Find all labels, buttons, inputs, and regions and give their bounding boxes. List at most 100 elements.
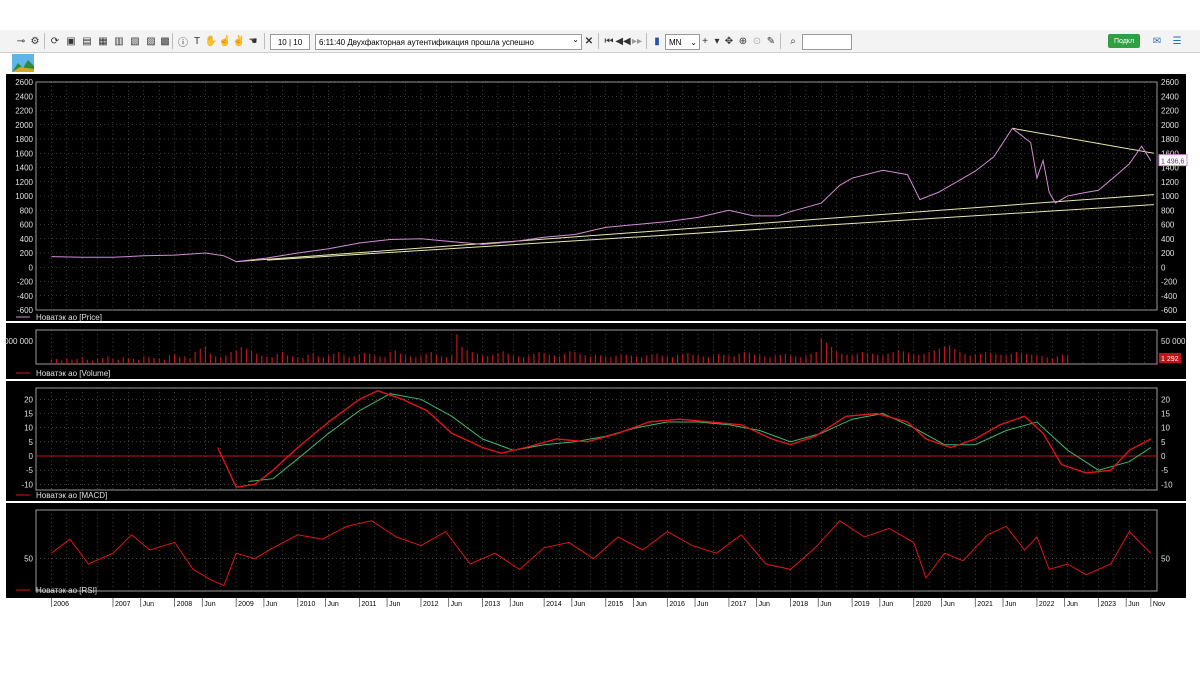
y-tick-label-right: 1200 [1161, 178, 1179, 187]
chevron-down-icon[interactable]: ⌄ [572, 35, 579, 44]
y-tick-label-left: 2600 [15, 78, 33, 87]
time-tick-label: 2023 [1100, 601, 1116, 608]
time-tick-label: Nov [1153, 601, 1166, 608]
time-tick-label: 2006 [53, 601, 69, 608]
y-tick-label-right: 600 [1161, 221, 1175, 230]
y-tick-label-left: 400 [20, 235, 34, 244]
previous-icon[interactable]: ◀◀ [615, 34, 630, 48]
time-tick-label: 2022 [1039, 601, 1055, 608]
time-tick-label: 2009 [238, 601, 254, 608]
info-icon[interactable]: ⓘ [176, 34, 190, 49]
time-tick-label: 2019 [854, 601, 870, 608]
last-price-label: 1 496,6 [1161, 159, 1184, 166]
legend-label: Новатэк ао [RSI] [36, 586, 97, 595]
timeframe-select[interactable]: MN ⌄ [665, 34, 700, 50]
time-tick-label: Jun [143, 601, 154, 608]
search-input[interactable] [802, 34, 852, 50]
time-tick-label: Jun [389, 601, 400, 608]
y-tick-label-left: 20 [24, 395, 33, 404]
hand-icon[interactable]: ✋ [204, 34, 218, 48]
chevron-down-icon[interactable]: ⌄ [690, 38, 697, 47]
status-message-text: 6:11:40 Двухфакторная аутентификация про… [319, 37, 534, 47]
table-icon[interactable]: ▤ [80, 34, 94, 48]
move-icon[interactable]: ✥ [722, 34, 736, 48]
text-icon[interactable]: T [190, 34, 204, 48]
y-tick-label-right: -600 [1161, 306, 1178, 315]
chat-icon[interactable]: ☰ [1170, 34, 1184, 48]
y-tick-label-left: -200 [17, 278, 34, 287]
refresh-icon[interactable]: ⟳ [48, 34, 62, 48]
crosshair-icon[interactable]: ⊕ [736, 34, 750, 48]
y-tick-label-left: 1400 [15, 164, 33, 173]
status-message-dropdown[interactable]: 6:11:40 Двухфакторная аутентификация про… [315, 34, 582, 50]
time-tick-label: 2011 [361, 601, 376, 608]
y-tick-label-right: 2600 [1161, 78, 1179, 87]
time-tick-label: Jun [574, 601, 585, 608]
hand-point-icon[interactable]: ☚ [246, 34, 260, 48]
y-tick-label-right: 800 [1161, 206, 1175, 215]
time-tick-label: Jun [512, 601, 523, 608]
y-tick-label-left: 1800 [15, 135, 33, 144]
toolbar: ⊸ ⚙ ⟳ ▣ ▤ ▦ ▥ ▧ ▨ ▩ ⓘ T ✋ ☝ ✌ ☚ 10 | 10 … [0, 30, 1200, 53]
y-tick-label-right: -200 [1161, 278, 1178, 287]
message-icon[interactable]: ✉ [1150, 34, 1164, 48]
toolbar-separator [172, 33, 173, 49]
volume-tick-left: 000 000 [4, 337, 33, 346]
chart-area[interactable]: 2600 26002400 24002200 22002000 20001800 1800… [0, 74, 1200, 609]
time-tick-label: 2016 [669, 601, 685, 608]
window-icon[interactable]: ▣ [64, 34, 78, 48]
orders-icon[interactable]: ▦ [96, 34, 110, 48]
y-tick-label-left: 15 [24, 410, 33, 419]
toolbar-separator [780, 33, 781, 49]
trades-icon[interactable]: ▨ [144, 34, 158, 48]
hand-alt-icon[interactable]: ☝ [218, 34, 232, 48]
y-tick-label-right: 2000 [1161, 121, 1179, 130]
legend-label: Новатэк ао [MACD] [36, 491, 107, 500]
chart-type-icon[interactable]: ▮ [650, 34, 664, 48]
connection-status-button[interactable]: Подкл [1108, 34, 1140, 48]
y-tick-label-left: 1000 [15, 192, 33, 201]
target-icon[interactable]: ⊙ [750, 34, 764, 48]
y-tick-label-left: 200 [20, 249, 34, 258]
connect-icon[interactable]: ⚙ [28, 34, 42, 48]
report-icon[interactable]: ▩ [158, 34, 172, 48]
portfolio-icon[interactable]: ▧ [128, 34, 142, 48]
y-tick-label-left: 50 [24, 555, 33, 564]
y-tick-label-left: 2400 [15, 92, 33, 101]
y-tick-label-left: 0 [29, 452, 34, 461]
arrow-key-icon[interactable]: ⊸ [14, 34, 28, 48]
first-page-icon[interactable]: ⏮ [602, 34, 616, 48]
hands-icon[interactable]: ✌ [232, 34, 246, 48]
toolbar-separator [44, 33, 45, 49]
y-tick-label-right: 2200 [1161, 107, 1179, 116]
time-tick-label: 2007 [115, 601, 131, 608]
window-counter[interactable]: 10 | 10 [270, 34, 310, 50]
y-tick-label-right: 400 [1161, 235, 1175, 244]
y-tick-label-right: -10 [1161, 480, 1173, 489]
y-tick-label-left: 800 [20, 206, 34, 215]
time-tick-label: 2015 [608, 601, 624, 608]
y-tick-label-left: 2000 [15, 121, 33, 130]
toolbar-separator [264, 33, 265, 49]
toolbar-separator [598, 33, 599, 49]
chart-background [6, 74, 1186, 607]
chart-logo-icon [12, 54, 34, 72]
time-tick-label: Jun [943, 601, 954, 608]
y-tick-label-right: 1800 [1161, 135, 1179, 144]
quotes-icon[interactable]: ▥ [112, 34, 126, 48]
volume-tick-right: 50 000 [1161, 337, 1186, 346]
time-tick-label: 2017 [731, 601, 747, 608]
y-tick-label-left: 1200 [15, 178, 33, 187]
legend-label: Новатэк ао [Price] [36, 313, 102, 322]
y-tick-label-right: 15 [1161, 410, 1170, 419]
y-tick-label-right: 5 [1161, 438, 1166, 447]
time-tick-label: Jun [697, 601, 708, 608]
next-icon[interactable]: ▸▸ [630, 34, 644, 48]
close-icon[interactable]: ✕ [582, 34, 596, 48]
timeframe-value: MN [669, 37, 682, 47]
time-tick-label: 2008 [177, 601, 193, 608]
search-icon[interactable]: ⌕ [786, 34, 800, 48]
pencil-icon[interactable]: ✎ [764, 34, 778, 48]
time-tick-label: Jun [266, 601, 277, 608]
y-tick-label-left: -600 [17, 306, 34, 315]
